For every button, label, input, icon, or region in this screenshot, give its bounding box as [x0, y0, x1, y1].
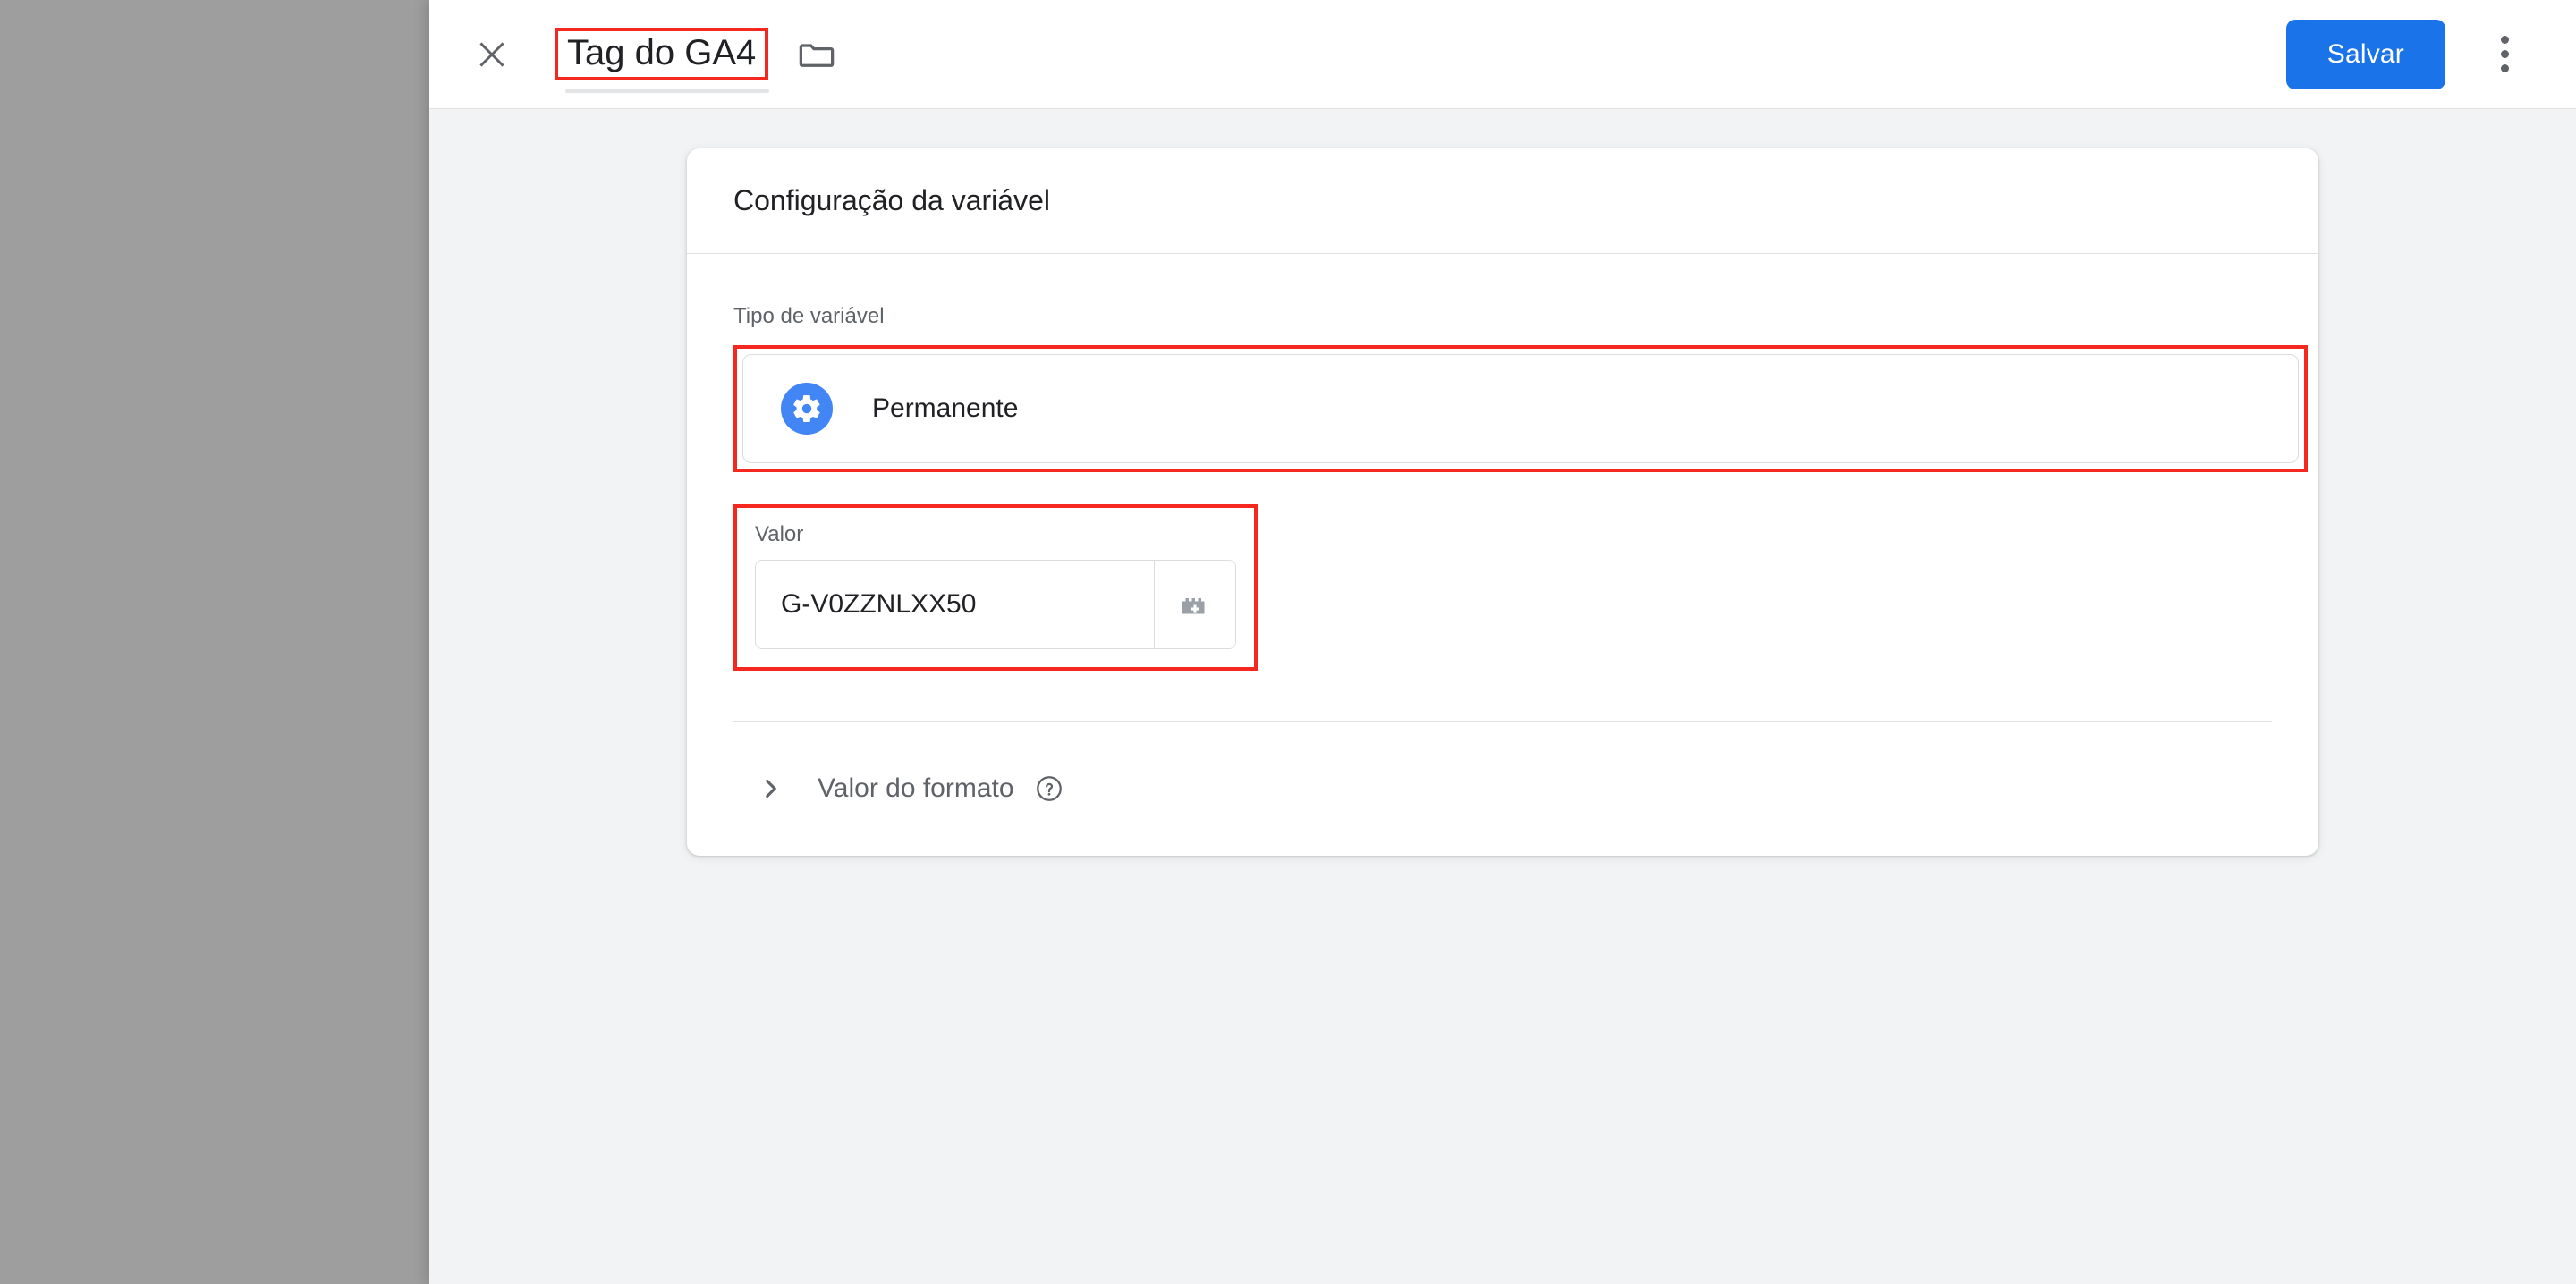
workspace-name: Default Workspace [41, 305, 253, 333]
chevron-right-icon [746, 773, 796, 804]
folder-outline-icon [799, 43, 835, 67]
nav-section-label: ESPAÇO DE TRABALHO ATUAL [36, 240, 335, 259]
folder-filled-icon [43, 709, 84, 745]
value-label: Valor [755, 522, 804, 546]
sidebar-item-variaveis[interactable]: Variáveis [0, 620, 394, 691]
sidebar-item-label: Visão geral [120, 427, 245, 454]
card-body: Tipo de variável Permanente Valor G-V0ZZ… [687, 254, 2318, 856]
save-button[interactable]: Salvar [2285, 19, 2445, 89]
sidebar-item-acionadores[interactable]: Acionadores [0, 548, 394, 620]
trigger-icon [43, 566, 84, 602]
sidebar-nav: ESPAÇO DE TRABALHO ATUAL Default Workspa… [0, 207, 429, 1284]
variable-type-annotation: Permanente [733, 345, 2308, 472]
back-button[interactable] [0, 0, 97, 109]
tab-label: Espaço de trabalho [59, 144, 275, 172]
variable-picker-brick-icon [1182, 598, 1205, 614]
variable-editor-panel: Tag do GA4 Salvar Configuração da variáv… [429, 0, 2576, 1284]
card-title: Configuração da variável [733, 184, 1050, 216]
close-icon [479, 41, 504, 67]
panel-header: Tag do GA4 Salvar [429, 0, 2576, 109]
sidebar-item-tags[interactable]: Tags [0, 477, 394, 548]
variable-type-name: Permanente [872, 393, 1019, 423]
sidebar-item-visao-geral[interactable]: Visão geral [0, 405, 394, 477]
value-input[interactable] [756, 561, 1154, 648]
workspace-selector[interactable]: Default Workspace [16, 280, 397, 359]
panel-body: Configuração da variável Tipo de variáve… [429, 109, 2576, 1284]
tag-filled-icon [43, 494, 84, 530]
variable-picker-button[interactable] [1154, 561, 1235, 648]
variable-configuration-card: Configuração da variável Tipo de variáve… [687, 148, 2318, 856]
sidebar-item-pastas[interactable]: Pastas [0, 691, 394, 763]
variable-type-selector[interactable]: Permanente [742, 354, 2299, 463]
value-input-row [755, 560, 1236, 649]
card-header: Configuração da variável [687, 148, 2318, 254]
gtm-logo-icon [133, 27, 189, 82]
more-vert-icon [2500, 36, 2509, 44]
variable-name-input[interactable]: Tag do GA4 [567, 33, 756, 74]
more-vert-icon [2500, 64, 2509, 72]
arrow-left-icon [35, 41, 62, 68]
value-field-annotation: Valor [733, 504, 1258, 671]
help-circle-icon[interactable] [1034, 773, 1064, 804]
tab-espaco-de-trabalho[interactable]: Espaço de trabalho [36, 109, 298, 207]
screen-root: Gerenciador de Tags do Google Espaço de … [0, 0, 2576, 1284]
sidebar-item-label: Tags [120, 498, 174, 526]
sidebar-item-label: Modelos [120, 784, 215, 812]
variable-name-underline [565, 89, 769, 94]
format-value-label: Valor do formato [818, 773, 1014, 803]
folder-button[interactable] [788, 26, 845, 83]
variable-name-annotation: Tag do GA4 [555, 27, 769, 81]
variable-name-field-wrap: Tag do GA4 [555, 27, 769, 94]
tab-label: Versões [321, 144, 412, 172]
sidebar-item-label: Variáveis [120, 641, 222, 669]
chevron-right-icon [352, 309, 362, 329]
close-button[interactable] [454, 15, 533, 94]
variable-type-label: Tipo de variável [733, 304, 885, 328]
gear-icon [781, 383, 833, 435]
nav-list: Visão geral Tags Acionadores Variáveis P… [0, 405, 429, 834]
format-value-row[interactable]: Valor do formato [733, 722, 2272, 856]
overview-icon [43, 423, 84, 459]
more-options-button[interactable] [2472, 22, 2537, 87]
more-vert-icon [2500, 50, 2509, 58]
sidebar-item-label: Acionadores [120, 570, 259, 597]
tab-versoes[interactable]: Versões [298, 109, 435, 207]
sidebar-item-label: Pastas [120, 713, 197, 740]
template-tag-outline-icon [43, 781, 84, 816]
variable-brick-icon [43, 638, 84, 673]
sidebar-item-modelos[interactable]: Modelos [0, 763, 394, 834]
